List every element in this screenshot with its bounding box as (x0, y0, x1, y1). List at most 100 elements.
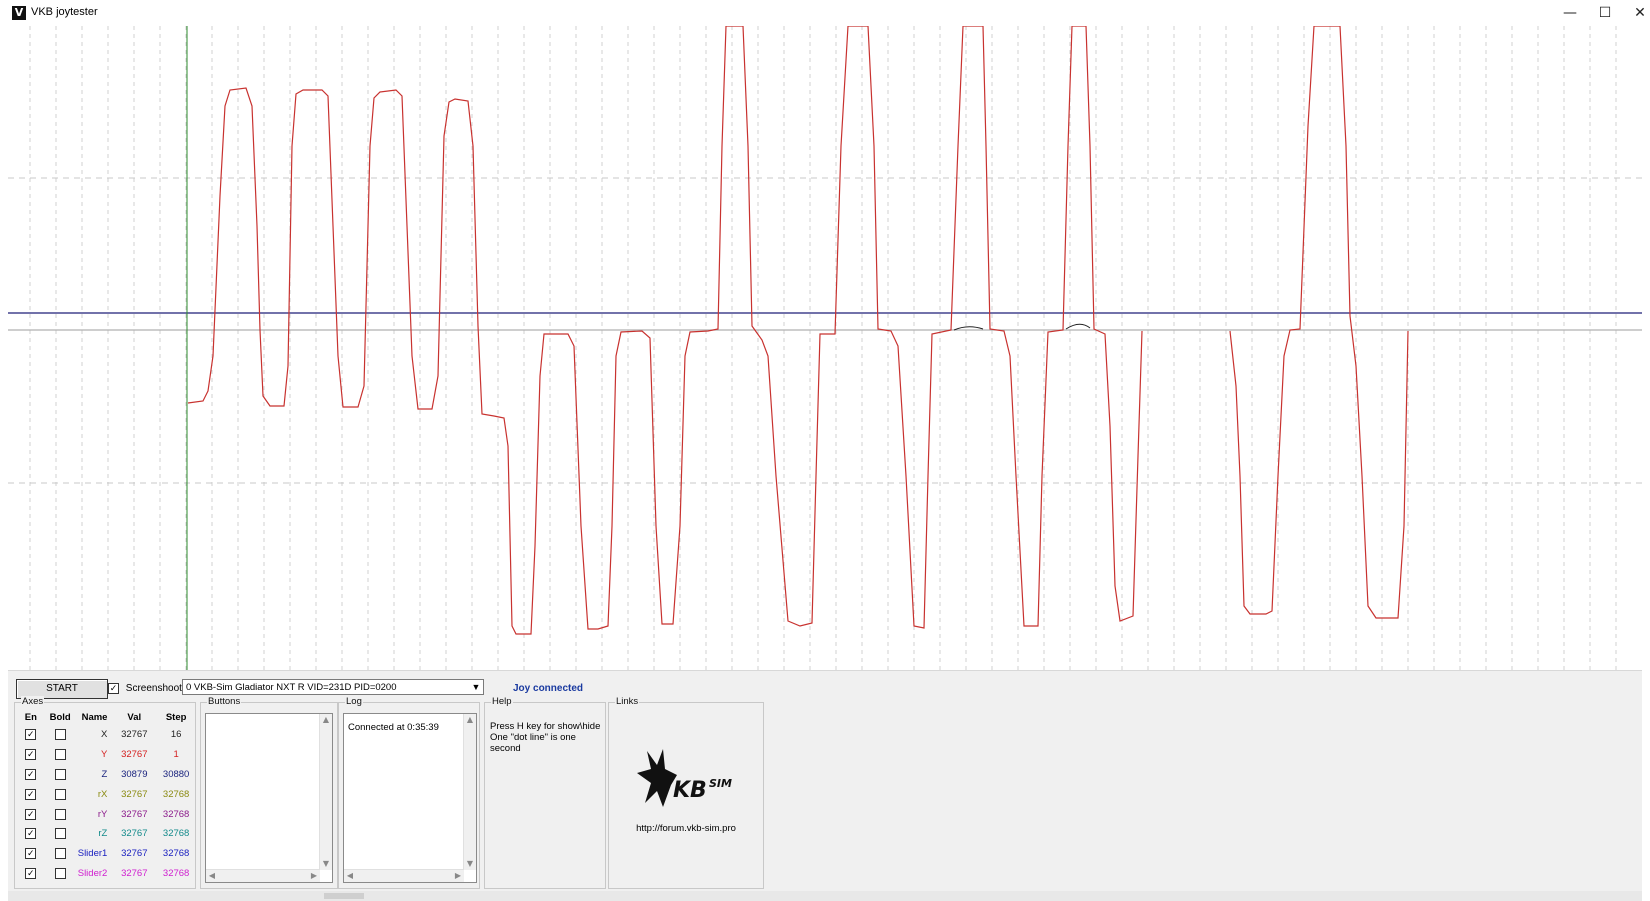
axis-enable-checkbox[interactable]: ✓ (25, 828, 37, 840)
axis-step: 32768 (162, 867, 190, 879)
scroll-down-icon[interactable]: ▼ (464, 858, 476, 870)
buttons-list[interactable]: ▲ ▼ ◀ ▶ (205, 713, 333, 883)
screenshot-label: Screenshoot (125, 683, 182, 695)
scroll-up-icon[interactable]: ▲ (464, 714, 476, 726)
axis-value: 32767 (121, 828, 148, 840)
title-bar: V VKB joytester — ☐ ✕ (0, 0, 1650, 26)
axis-bold-cell (43, 725, 78, 745)
col-step: Step (165, 711, 187, 723)
maximize-icon[interactable]: ☐ (1585, 0, 1625, 26)
axis-row: ✓ X 32767 16 (19, 725, 195, 745)
scroll-right-icon[interactable]: ▶ (308, 870, 320, 882)
axis-row: ✓ rY 32767 32768 (19, 804, 195, 824)
axis-name: rZ (98, 828, 108, 840)
axis-step: 32768 (162, 788, 190, 800)
axis-enable-checkbox[interactable]: ✓ (25, 867, 37, 879)
axis-step: 32768 (162, 828, 190, 840)
axis-bold-checkbox[interactable] (54, 867, 66, 879)
forum-link[interactable]: http://forum.vkb-sim.pro (609, 823, 763, 834)
col-name: Name (81, 711, 108, 723)
buttons-group: Buttons ▲ ▼ ◀ ▶ (200, 696, 338, 889)
axis-enable-cell: ✓ (19, 864, 43, 884)
col-en: En (24, 711, 37, 723)
log-vscroll[interactable]: ▲ ▼ (463, 714, 476, 870)
axis-enable-checkbox[interactable]: ✓ (25, 808, 37, 820)
axis-step: 32768 (162, 808, 190, 820)
axis-enable-cell: ✓ (19, 784, 43, 804)
axes-group: Axes En Bold Name Val Step ✓ X 32767 16 ✓ Y 32… (14, 696, 196, 889)
close-icon[interactable]: ✕ (1620, 0, 1650, 26)
log-hscroll[interactable]: ◀ ▶ (344, 869, 464, 882)
scroll-up-icon[interactable]: ▲ (320, 714, 332, 726)
minimize-icon[interactable]: — (1550, 0, 1590, 26)
axis-name: Y (100, 749, 108, 761)
axis-bold-checkbox[interactable] (54, 729, 66, 741)
buttons-hscroll[interactable]: ◀ ▶ (206, 869, 320, 882)
connection-status: Joy connected (513, 683, 584, 694)
axis-name: X (100, 729, 108, 741)
axis-enable-checkbox[interactable]: ✓ (25, 729, 37, 741)
axis-value: 32767 (121, 808, 148, 820)
axis-row: ✓ Z 30879 30880 (19, 765, 195, 785)
screenshot-toggle[interactable]: ✓ Screenshoot (108, 683, 182, 694)
axis-value: 32767 (121, 867, 148, 879)
screenshot-checkbox[interactable]: ✓ (108, 683, 119, 694)
axis-enable-cell: ✓ (19, 745, 43, 765)
axis-enable-cell: ✓ (19, 765, 43, 785)
chevron-down-icon[interactable]: ▼ (469, 680, 483, 694)
axis-enable-checkbox[interactable]: ✓ (25, 848, 37, 860)
scrollbar-thumb[interactable] (324, 893, 364, 899)
vkbsim-logo[interactable]: KB SIM (633, 745, 743, 817)
axis-bold-cell (43, 745, 78, 765)
axis-row: ✓ rZ 32767 32768 (19, 824, 195, 844)
col-val: Val (127, 711, 142, 723)
axis-name: Slider1 (77, 848, 108, 860)
scroll-right-icon[interactable]: ▶ (452, 870, 464, 882)
help-group: Help Press H key for show\hide One "dot … (484, 696, 606, 889)
axis-bold-cell (43, 765, 78, 785)
axis-row: ✓ Slider2 32767 32768 (19, 864, 195, 884)
scroll-down-icon[interactable]: ▼ (320, 858, 332, 870)
links-group: Links KB SIM http://forum.vkb-sim.pro (608, 696, 764, 889)
scroll-left-icon[interactable]: ◀ (206, 870, 218, 882)
log-group: Log Connected at 0:35:39 ▲ ▼ ◀ ▶ (338, 696, 480, 889)
axes-group-title: Axes (21, 696, 45, 707)
signal-plot[interactable] (8, 26, 1642, 670)
axis-step: 16 (170, 729, 182, 741)
axis-bold-checkbox[interactable] (54, 828, 66, 840)
axis-row: ✓ rX 32767 32768 (19, 784, 195, 804)
help-text: Press H key for show\hide One "dot line"… (490, 721, 605, 754)
log-group-title: Log (345, 696, 363, 707)
buttons-vscroll[interactable]: ▲ ▼ (319, 714, 332, 870)
axis-bold-checkbox[interactable] (54, 788, 66, 800)
axis-enable-checkbox[interactable]: ✓ (25, 768, 37, 780)
axis-bold-checkbox[interactable] (54, 768, 66, 780)
axis-bold-checkbox[interactable] (54, 848, 66, 860)
axis-enable-cell: ✓ (19, 804, 43, 824)
axes-table: En Bold Name Val Step ✓ X 32767 16 ✓ Y 32767 1 ✓… (19, 709, 195, 883)
axis-enable-checkbox[interactable]: ✓ (25, 788, 37, 800)
axis-value: 32767 (121, 788, 148, 800)
axis-enable-checkbox[interactable]: ✓ (25, 749, 37, 761)
axis-enable-cell: ✓ (19, 725, 43, 745)
log-line: Connected at 0:35:39 (348, 722, 439, 733)
col-bold: Bold (49, 711, 71, 723)
vertical-grid (29, 26, 1617, 670)
axis-name: rY (97, 808, 108, 820)
axis-row: ✓ Slider1 32767 32768 (19, 844, 195, 864)
axis-bold-checkbox[interactable] (54, 808, 66, 820)
axis-trace-2 (1229, 26, 1409, 619)
svg-text:SIM: SIM (709, 777, 732, 790)
device-select-value: 0 VKB-Sim Gladiator NXT R VID=231D PID=0… (186, 682, 397, 693)
log-list[interactable]: Connected at 0:35:39 ▲ ▼ ◀ ▶ (343, 713, 477, 883)
axis-name: Slider2 (77, 867, 108, 879)
device-select[interactable]: 0 VKB-Sim Gladiator NXT R VID=231D PID=0… (182, 679, 484, 695)
axis-bold-checkbox[interactable] (54, 749, 66, 761)
axis-bold-cell (43, 864, 78, 884)
axis-bold-cell (43, 844, 78, 864)
axis-name: rX (97, 788, 108, 800)
scroll-left-icon[interactable]: ◀ (344, 870, 356, 882)
help-line-2: One "dot line" is one second (490, 732, 576, 754)
help-group-title: Help (491, 696, 513, 707)
links-group-title: Links (615, 696, 640, 707)
